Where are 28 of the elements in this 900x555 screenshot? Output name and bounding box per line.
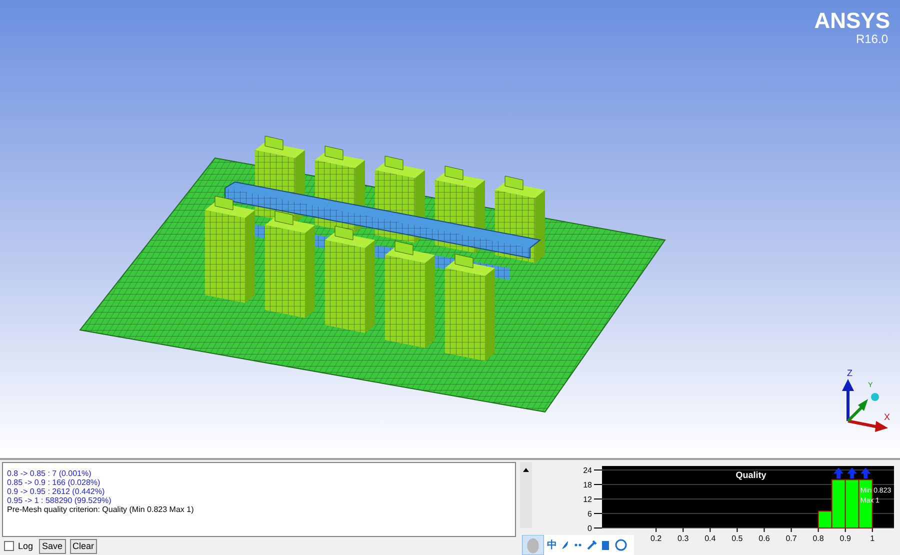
save-button[interactable]: Save — [39, 538, 66, 554]
log-line: Pre-Mesh quality criterion: Quality (Min 0.823 Max 1) — [7, 505, 195, 514]
y-tick-label: 0 — [588, 524, 592, 533]
x-tick-label: 0.7 — [786, 534, 797, 543]
version-label: R16.0 — [856, 32, 888, 46]
ansys-logo: ANSYS — [814, 8, 890, 34]
clear-button[interactable]: Clear — [70, 538, 98, 554]
x-tick-label: 0.9 — [840, 534, 851, 543]
x-tick-label: 0.2 — [650, 534, 662, 543]
x-axis-label: X — [884, 412, 890, 422]
input-mode-toggle[interactable]: 中 — [547, 538, 557, 552]
x-tick-label: 0.5 — [732, 534, 743, 543]
z-axis-label: Z — [847, 368, 852, 378]
x-tick-label: 0.6 — [758, 534, 770, 543]
x-tick-label: 0.8 — [812, 534, 824, 543]
log-line: 0.85 -> 0.9 : 166 (0.028%) — [7, 478, 102, 487]
log-label: Log — [18, 541, 34, 551]
x-tick-label: 0.4 — [704, 534, 716, 543]
log-line: 0.95 -> 1 : 588290 (99.529%) — [7, 496, 112, 505]
chart-title: Quality — [736, 470, 766, 480]
log-line: 0.8 -> 0.85 : 7 (0.001%) — [7, 469, 92, 478]
x-tick-label: 0.3 — [678, 534, 689, 543]
log-line: 0.9 -> 0.95 : 2612 (0.442%) — [7, 487, 106, 496]
x-tick-label: 1 — [870, 534, 875, 543]
y-tick-label: 24 — [583, 466, 592, 475]
y-tick-label: 12 — [583, 495, 592, 504]
y-tick-label: 18 — [583, 480, 592, 490]
y-tick-label: 6 — [588, 510, 592, 518]
